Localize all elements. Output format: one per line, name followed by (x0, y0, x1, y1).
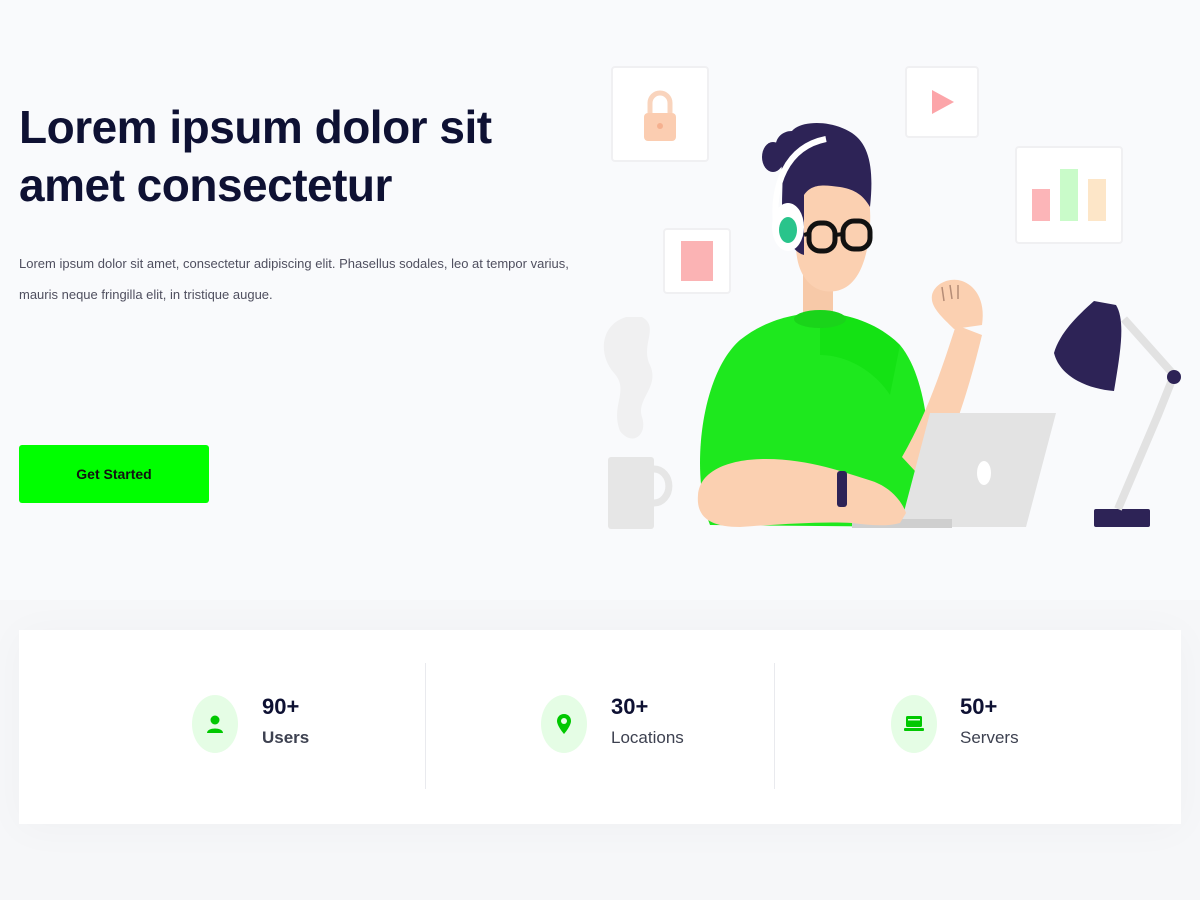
stat-label: Locations (611, 728, 684, 747)
lock-card (611, 66, 709, 162)
desk-lamp (1054, 301, 1181, 527)
bar-chart-card (1015, 146, 1123, 244)
hero-section: Lorem ipsum dolor sit amet consectetur L… (0, 0, 1200, 600)
person-figure (697, 123, 1056, 528)
stat-label: Users (262, 728, 310, 747)
image-card (663, 228, 731, 294)
stat-value: 90+ (262, 694, 300, 719)
server-icon (891, 695, 937, 753)
stat-value: 30+ (611, 694, 649, 719)
map-pin-icon (541, 695, 587, 753)
stat-servers: 50+ Servers (793, 630, 1180, 824)
stat-label: Servers (960, 728, 1019, 747)
user-icon (192, 695, 238, 753)
stats-card: 90+ Users 30+ Locations 50+ Servers (19, 630, 1181, 824)
hero-illustration (603, 66, 1181, 529)
hero-title: Lorem ipsum dolor sit amet consectetur (19, 101, 492, 211)
stat-divider (774, 663, 775, 789)
stat-value: 50+ (960, 694, 998, 719)
get-started-button[interactable]: Get Started (19, 445, 209, 503)
mug (608, 457, 673, 529)
steam-shape (603, 317, 653, 439)
hero-description: Lorem ipsum dolor sit amet, consectetur … (19, 256, 569, 302)
stat-locations: 30+ Locations (406, 630, 793, 824)
play-card (905, 66, 979, 138)
stat-users: 90+ Users (19, 630, 406, 824)
